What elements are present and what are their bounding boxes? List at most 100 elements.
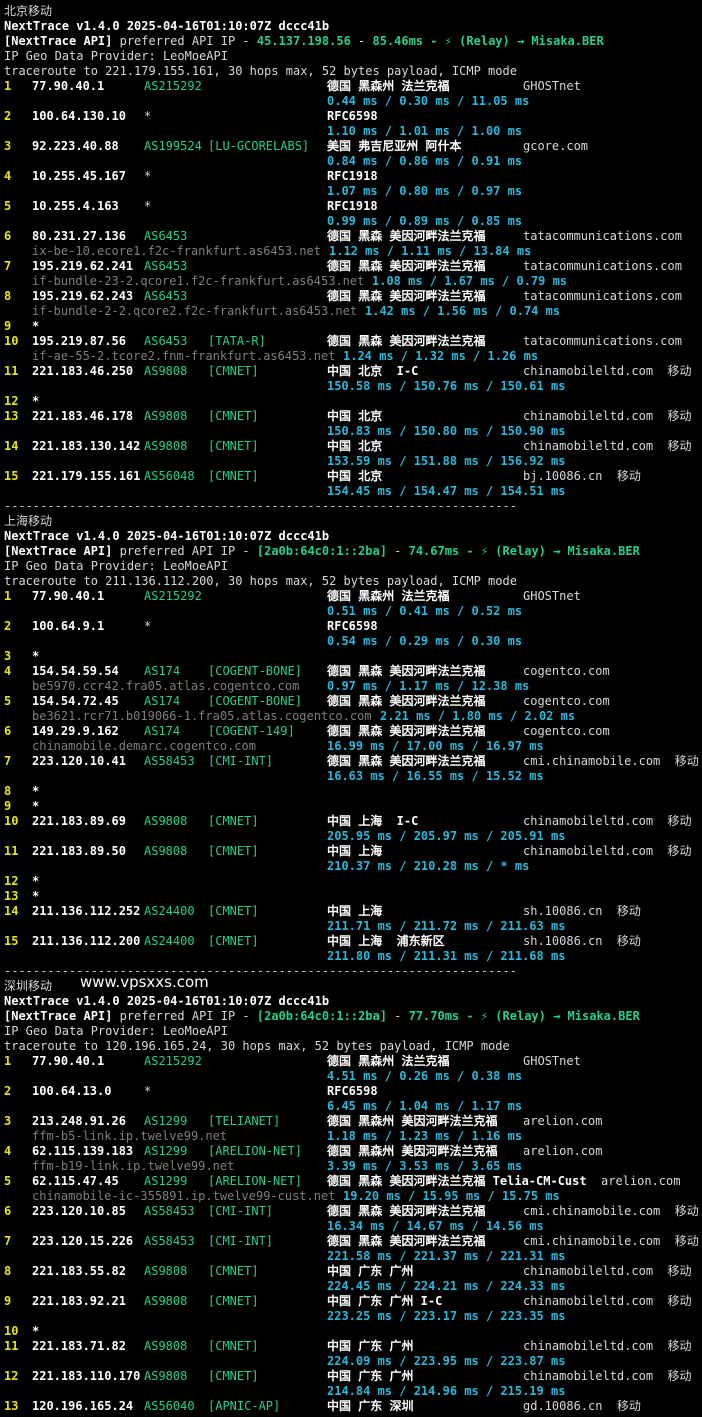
hop-number: 5 bbox=[4, 199, 12, 213]
hop-geo: 中国 北京 bbox=[327, 439, 383, 453]
hop-tag: [CMI-INT] bbox=[208, 1234, 274, 1248]
hop-rtt: 153.59 ms / 151.88 ms / 156.92 ms bbox=[327, 454, 566, 468]
traceroute-row: traceroute to 120.196.165.24, 30 hops ma… bbox=[4, 1039, 698, 1054]
hop-detail-row: 221.58 ms / 221.37 ms / 221.31 ms bbox=[4, 1249, 698, 1264]
hop-detail-row: 16.63 ms / 16.55 ms / 15.52 ms bbox=[4, 769, 698, 784]
hop-row: 2 100.64.130.10 * RFC6598 bbox=[4, 109, 698, 124]
hop-ip: 221.183.110.170 bbox=[32, 1369, 141, 1383]
hop-timeout: * bbox=[32, 799, 40, 813]
hop-row: 4 62.115.139.183 AS1299 [ARELION-NET] 德国 黑森州… bbox=[4, 1144, 698, 1159]
hop-number: 9 bbox=[4, 1294, 12, 1308]
geo-provider-row: IP Geo Data Provider: LeoMoeAPI bbox=[4, 1024, 698, 1039]
hop-number: 7 bbox=[4, 259, 12, 273]
hop-geo: 德国 黑森 美因河畔法兰克福 bbox=[327, 694, 486, 708]
hop-detail-row: 0.44 ms / 0.30 ms / 11.05 ms bbox=[4, 94, 698, 109]
watermark-text: www.vpsxxs.com bbox=[80, 973, 209, 991]
hop-detail-row: 211.71 ms / 211.72 ms / 211.63 ms bbox=[4, 919, 698, 934]
hop-asn: AS9808 bbox=[144, 1264, 188, 1278]
hop-number: 13 bbox=[4, 409, 19, 423]
hop-tag: [CMNET] bbox=[208, 439, 259, 453]
hop-ip: 221.183.89.50 bbox=[32, 844, 126, 858]
hop-timeout: * bbox=[32, 319, 40, 333]
hop-detail-row: 224.09 ms / 223.95 ms / 223.87 ms bbox=[4, 1354, 698, 1369]
hop-org: cmi.chinamobile.com 移动 bbox=[523, 1234, 699, 1248]
section-label-row: 上海移动 bbox=[4, 514, 698, 529]
hop-ip: 77.90.40.1 bbox=[32, 79, 105, 93]
hop-geo: RFC1918 bbox=[327, 169, 378, 183]
hop-number: 14 bbox=[4, 904, 19, 918]
api-separator: - bbox=[386, 544, 409, 558]
hop-ip: 100.64.9.1 bbox=[32, 619, 105, 633]
api-tag: [NextTrace API] bbox=[4, 544, 113, 558]
traceroute-command: traceroute to 211.136.112.200, 30 hops m… bbox=[4, 574, 517, 588]
traceroute-row: traceroute to 211.136.112.200, 30 hops m… bbox=[4, 574, 698, 589]
hop-row: 13 221.183.46.178 AS9808 [CMNET] 中国 北京 chinam… bbox=[4, 409, 698, 424]
hop-asn: AS1299 bbox=[144, 1174, 188, 1188]
hop-tag: [TELIANET] bbox=[208, 1114, 281, 1128]
hop-ip: 223.120.10.85 bbox=[32, 1204, 126, 1218]
hop-number: 11 bbox=[4, 844, 19, 858]
hop-number: 1 bbox=[4, 1054, 12, 1068]
hop-number: 6 bbox=[4, 1204, 12, 1218]
hop-number: 6 bbox=[4, 229, 12, 243]
hop-rtt: 0.97 ms / 1.17 ms / 12.38 ms bbox=[327, 679, 530, 693]
hop-geo: 德国 黑森州 美因河畔法兰克福 bbox=[327, 1114, 498, 1128]
hop-detail-row: 6.45 ms / 1.04 ms / 1.17 ms bbox=[4, 1099, 698, 1114]
hop-row: 10 * bbox=[4, 1324, 698, 1339]
hop-geo: 德国 黑森州 法兰克福 bbox=[327, 589, 450, 603]
hop-asn: AS56048 bbox=[144, 469, 195, 483]
api-tag: [NextTrace API] bbox=[4, 34, 113, 48]
hop-ptr: if-ae-55-2.tcore2.fnm-frankfurt.as6453.n… bbox=[32, 349, 336, 363]
hop-number: 15 bbox=[4, 934, 19, 948]
hop-rtt: 0.44 ms / 0.30 ms / 11.05 ms bbox=[327, 94, 530, 108]
hop-tag: [CMNET] bbox=[208, 364, 259, 378]
hop-rtt: 221.58 ms / 221.37 ms / 221.31 ms bbox=[327, 1249, 566, 1263]
hop-ip: 77.90.40.1 bbox=[32, 589, 105, 603]
hop-number: 10 bbox=[4, 814, 19, 828]
hop-row: 14 211.136.112.252 AS24400 [CMNET] 中国 上海 sh.1… bbox=[4, 904, 698, 919]
hop-org: cogentco.com bbox=[523, 664, 610, 678]
hop-detail-row: chinamobile-ic-355891.ip.twelve99-cust.n… bbox=[4, 1189, 698, 1204]
hop-number: 4 bbox=[4, 169, 12, 183]
hop-number: 12 bbox=[4, 1369, 19, 1383]
hop-rtt: 2.21 ms / 1.80 ms / 2.02 ms bbox=[380, 709, 576, 723]
hop-asn: AS9808 bbox=[144, 814, 188, 828]
hop-ip: 221.183.89.69 bbox=[32, 814, 126, 828]
hop-ptr: chinamobile-ic-355891.ip.twelve99-cust.n… bbox=[32, 1189, 336, 1203]
hop-row: 6 149.29.9.162 AS174 [COGENT-149] 德国 黑森 美因河畔… bbox=[4, 724, 698, 739]
hop-row: 11 221.183.46.250 AS9808 [CMNET] 中国 北京 I-C ch… bbox=[4, 364, 698, 379]
hop-detail-row: if-bundle-2-2.qcore2.f2c-frankfurt.as645… bbox=[4, 304, 698, 319]
hop-asn: * bbox=[144, 199, 152, 213]
hop-rtt: 150.58 ms / 150.76 ms / 150.61 ms bbox=[327, 379, 566, 393]
hop-ptr: if-bundle-23-2.qcore1.f2c-frankfurt.as64… bbox=[32, 274, 365, 288]
hop-tag: [LU-GCORELABS] bbox=[208, 139, 310, 153]
hop-number: 10 bbox=[4, 1324, 19, 1338]
hop-org: chinamobileltd.com 移动 bbox=[523, 814, 692, 828]
hop-ip: 221.183.71.82 bbox=[32, 1339, 126, 1353]
api-relay: - ⚡ (Relay) → Misaka.BER bbox=[459, 544, 640, 558]
hop-asn: AS56040 bbox=[144, 1399, 195, 1413]
api-label: preferred API IP - bbox=[112, 1009, 257, 1023]
hop-number: 14 bbox=[4, 439, 19, 453]
traceroute-row: traceroute to 221.179.155.161, 30 hops m… bbox=[4, 64, 698, 79]
hop-geo: 德国 黑森 美因河畔法兰克福 bbox=[327, 289, 486, 303]
hop-detail-row: ix-be-10.ecore1.f2c-frankfurt.as6453.net… bbox=[4, 244, 698, 259]
hop-row: 3 * bbox=[4, 649, 698, 664]
hop-rtt: 0.84 ms / 0.86 ms / 0.91 ms bbox=[327, 154, 523, 168]
hop-asn: AS9808 bbox=[144, 364, 188, 378]
hop-rtt: 1.42 ms / 1.56 ms / 0.74 ms bbox=[365, 304, 561, 318]
api-label: preferred API IP - bbox=[112, 544, 257, 558]
hop-geo: 德国 黑森 美因河畔法兰克福 bbox=[327, 229, 486, 243]
hop-asn: AS174 bbox=[144, 694, 181, 708]
hop-tag: [COGENT-BONE] bbox=[208, 664, 302, 678]
hop-geo: 德国 黑森州 法兰克福 bbox=[327, 1054, 450, 1068]
api-separator: - bbox=[386, 1009, 409, 1023]
hop-rtt: 16.63 ms / 16.55 ms / 15.52 ms bbox=[327, 769, 544, 783]
hop-rtt: 0.54 ms / 0.29 ms / 0.30 ms bbox=[327, 634, 523, 648]
hop-org: arelion.com bbox=[523, 1114, 603, 1128]
hop-row: 10 195.219.87.56 AS6453 [TATA-R] 德国 黑森 美因河畔法… bbox=[4, 334, 698, 349]
hop-geo: 中国 广东 广州 I-C bbox=[327, 1294, 443, 1308]
hop-rtt: 224.45 ms / 224.21 ms / 224.33 ms bbox=[327, 1279, 566, 1293]
hop-ip: 195.219.87.56 bbox=[32, 334, 126, 348]
hop-number: 7 bbox=[4, 754, 12, 768]
